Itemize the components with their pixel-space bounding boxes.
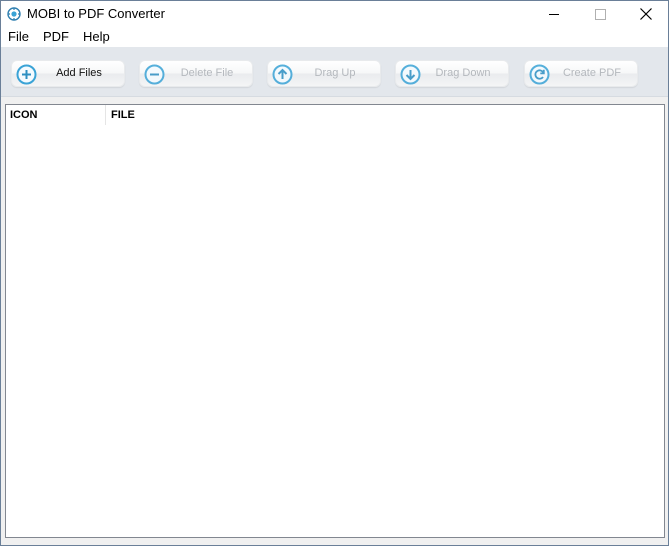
add-files-button[interactable]: Add Files [11,60,125,87]
drag-up-button[interactable]: Drag Up [267,60,381,87]
plus-circle-icon [16,64,37,85]
minimize-icon [548,13,559,15]
menu-pdf[interactable]: PDF [36,27,76,47]
app-window: MOBI to PDF Converter File PDF Help Add … [0,0,669,546]
delete-file-label: Delete File [180,67,234,79]
app-logo-icon [7,7,21,21]
window-title: MOBI to PDF Converter [27,6,165,21]
refresh-circle-icon [529,64,550,85]
menu-bar: File PDF Help [1,27,668,47]
close-icon [640,8,652,20]
column-header-file[interactable]: FILE [107,105,307,125]
arrow-up-circle-icon [272,64,293,85]
maximize-icon [594,8,606,20]
toolbar: Add Files Delete File Drag Up Drag Down [1,47,668,97]
menu-file[interactable]: File [1,27,36,47]
maximize-button[interactable] [577,1,623,27]
title-bar[interactable]: MOBI to PDF Converter [1,1,668,27]
menu-help[interactable]: Help [76,27,117,47]
drag-down-button[interactable]: Drag Down [395,60,509,87]
drag-up-label: Drag Up [314,67,356,79]
file-list[interactable]: ICON FILE [5,104,665,538]
delete-file-button[interactable]: Delete File [139,60,253,87]
minus-circle-icon [144,64,165,85]
list-header: ICON FILE [6,105,664,125]
create-pdf-button[interactable]: Create PDF [524,60,638,87]
arrow-down-circle-icon [400,64,421,85]
create-pdf-label: Create PDF [562,67,622,79]
column-header-icon[interactable]: ICON [6,105,106,125]
close-button[interactable] [623,1,669,27]
add-files-label: Add Files [56,67,102,79]
minimize-button[interactable] [531,1,577,27]
drag-down-label: Drag Down [435,67,491,79]
